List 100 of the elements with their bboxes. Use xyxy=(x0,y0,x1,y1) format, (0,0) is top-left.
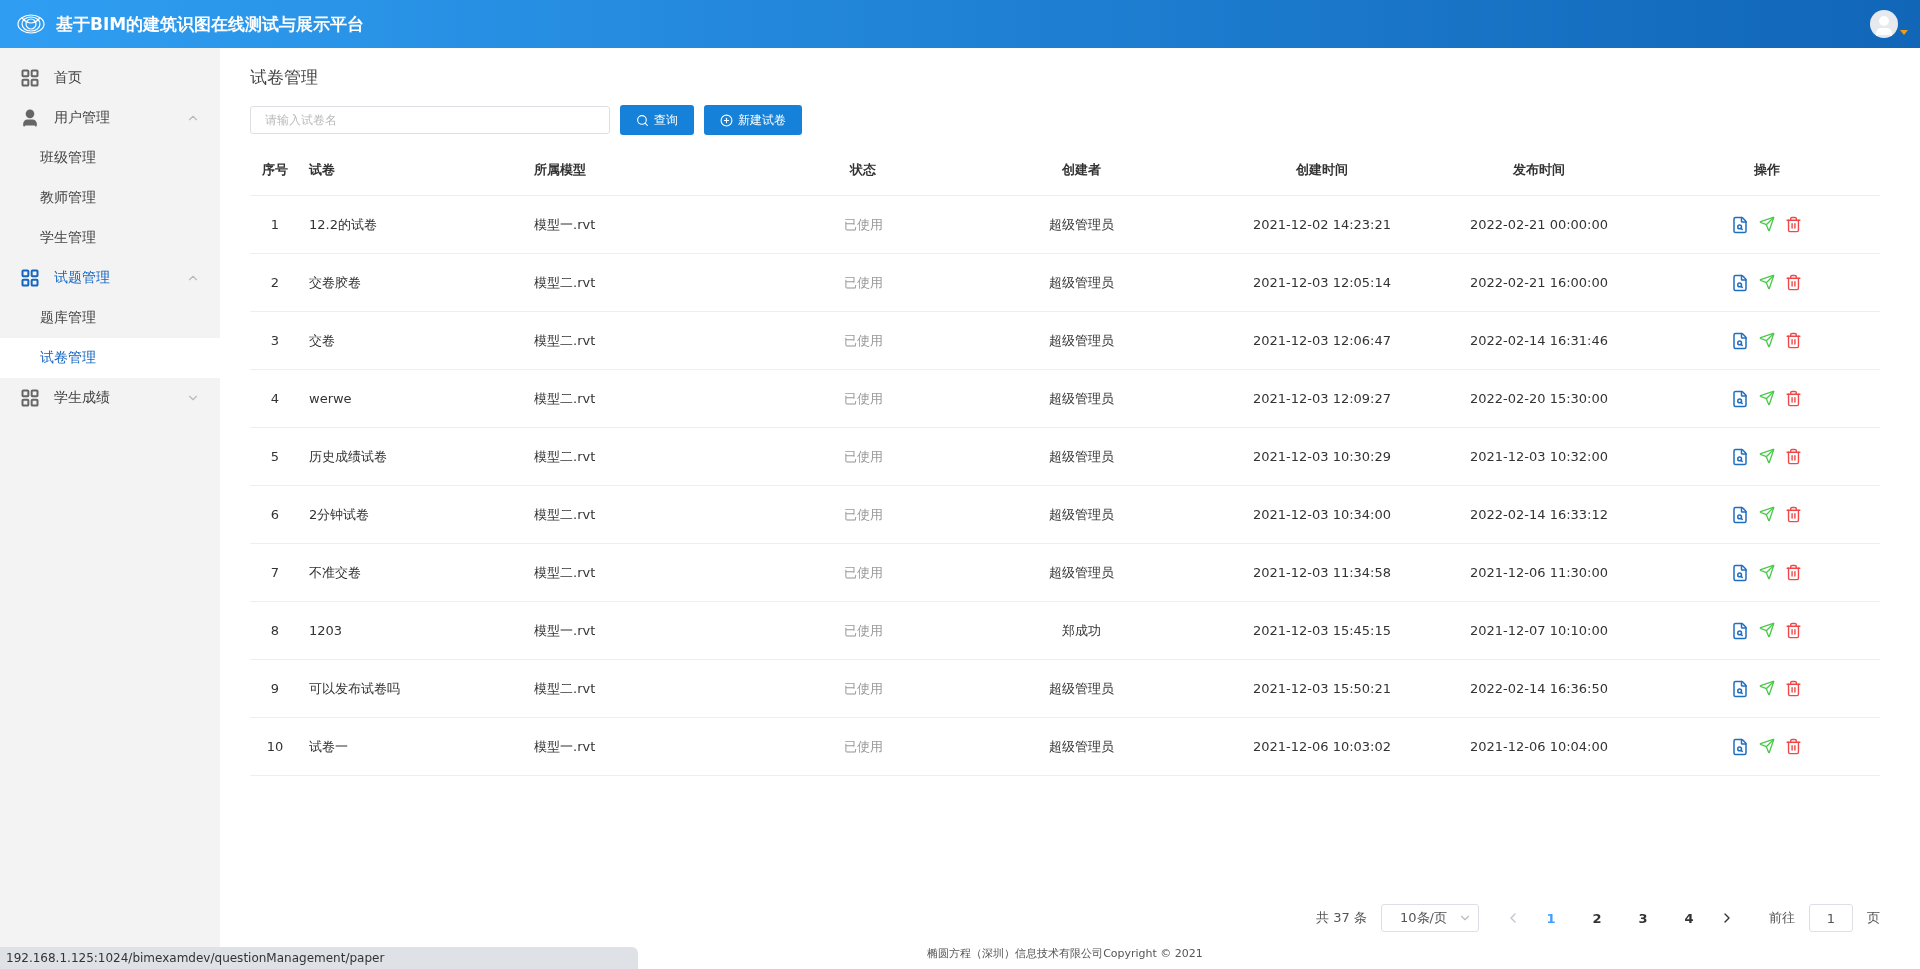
view-icon[interactable] xyxy=(1731,331,1749,350)
page-size-select[interactable]: 10条/页 xyxy=(1381,904,1479,932)
plus-circle-icon xyxy=(720,113,733,127)
delete-icon[interactable] xyxy=(1785,621,1802,639)
sidebar-subitem[interactable]: 题库管理 xyxy=(0,298,220,338)
page-number[interactable]: 3 xyxy=(1627,910,1659,926)
column-header: 创建时间 xyxy=(1296,161,1348,179)
sidebar-item[interactable]: 学生成绩 xyxy=(0,378,220,418)
view-icon[interactable] xyxy=(1731,273,1749,292)
table-cell: 已使用 xyxy=(843,273,883,292)
copyright-text: 椭圆方程（深圳）信息技术有限公司Copyright © 2021 xyxy=(927,947,1203,960)
page-number[interactable]: 4 xyxy=(1673,910,1705,926)
table-cell-text: 12.2的试卷 xyxy=(308,215,377,234)
column-header: 序号 xyxy=(262,161,288,179)
add-button[interactable]: 新建试卷 xyxy=(704,105,802,135)
send-icon[interactable] xyxy=(1759,331,1775,348)
table-cell: 2021-12-06 10:03:02 xyxy=(1252,739,1392,754)
sidebar-subitem[interactable]: 班级管理 xyxy=(0,138,220,178)
column-header: 操作 xyxy=(1753,161,1780,179)
table-cell: 超级管理员 xyxy=(1048,331,1114,350)
table-cell: 超级管理员 xyxy=(1048,447,1114,466)
sidebar-subitem[interactable]: 试卷管理 xyxy=(0,338,220,378)
send-icon[interactable] xyxy=(1759,389,1775,406)
user-avatar[interactable] xyxy=(1870,10,1898,38)
page-number[interactable]: 2 xyxy=(1581,910,1613,926)
table-cell: 5 xyxy=(270,449,280,464)
table-cell: 已使用 xyxy=(843,447,883,466)
table-cell-text: 历史成绩试卷 xyxy=(308,447,387,466)
column-header: 试卷 xyxy=(307,161,335,179)
table-cell: 10 xyxy=(266,739,284,754)
table-cell: 7 xyxy=(270,565,280,580)
table-cell: 已使用 xyxy=(843,389,883,408)
table-cell-text: 交卷胶卷 xyxy=(308,273,361,292)
table-cell: 模型一.rvt xyxy=(534,215,596,234)
goto-label: 前往 xyxy=(1769,909,1795,927)
sidebar-subitem[interactable]: 教师管理 xyxy=(0,178,220,218)
sidebar-item[interactable]: 试题管理 xyxy=(0,258,220,298)
table-cell-text: 不准交卷 xyxy=(308,563,361,582)
send-icon[interactable] xyxy=(1759,273,1775,290)
delete-icon[interactable] xyxy=(1785,389,1802,407)
browser-status-url: 192.168.1.125:1024/bimexamdev/questionManagement/paper xyxy=(0,947,638,969)
table-cell: 4 xyxy=(270,391,280,406)
send-icon[interactable] xyxy=(1759,505,1775,522)
goto-page-field[interactable]: 1 xyxy=(1809,904,1853,932)
brain-logo-icon xyxy=(16,13,46,35)
total-count: 共 37 条 xyxy=(1316,909,1367,927)
table-cell: 超级管理员 xyxy=(1048,563,1114,582)
table-cell: 模型二.rvt xyxy=(534,505,596,524)
table-cell-text: 交卷 xyxy=(308,331,335,350)
view-icon[interactable] xyxy=(1731,737,1749,756)
goto-suffix: 页 xyxy=(1867,909,1880,927)
table-cell: 模型二.rvt xyxy=(534,679,596,698)
table-cell: 3 xyxy=(270,333,280,348)
search-button[interactable]: 查询 xyxy=(620,105,694,135)
send-icon[interactable] xyxy=(1759,563,1775,580)
caret-icon[interactable] xyxy=(1900,30,1908,36)
search-field[interactable]: 请输入试卷名 xyxy=(250,106,610,134)
column-header: 状态 xyxy=(850,161,876,179)
table-cell: 模型二.rvt xyxy=(534,273,596,292)
send-icon[interactable] xyxy=(1759,621,1775,638)
sidebar-item[interactable]: 用户管理 xyxy=(0,98,220,138)
delete-icon[interactable] xyxy=(1785,505,1802,523)
table-cell: 超级管理员 xyxy=(1048,505,1114,524)
table-cell: 已使用 xyxy=(843,505,883,524)
delete-icon[interactable] xyxy=(1785,679,1802,697)
table-cell: 超级管理员 xyxy=(1048,389,1114,408)
send-icon[interactable] xyxy=(1759,447,1775,464)
table-cell: 已使用 xyxy=(843,621,883,640)
view-icon[interactable] xyxy=(1731,215,1749,234)
table-cell: 2 xyxy=(270,275,280,290)
view-icon[interactable] xyxy=(1731,621,1749,640)
delete-icon[interactable] xyxy=(1785,273,1802,291)
delete-icon[interactable] xyxy=(1785,331,1802,349)
column-header: 发布时间 xyxy=(1513,161,1565,179)
view-icon[interactable] xyxy=(1731,679,1749,698)
table-cell: 模型二.rvt xyxy=(534,447,596,466)
sidebar-subitem[interactable]: 学生管理 xyxy=(0,218,220,258)
view-icon[interactable] xyxy=(1731,563,1749,582)
table-cell: 模型一.rvt xyxy=(534,621,596,640)
delete-icon[interactable] xyxy=(1785,563,1802,581)
table-cell: 6 xyxy=(270,507,280,522)
table-cell: 1 xyxy=(270,217,280,232)
table-cell-text: 可以发布试卷吗 xyxy=(308,679,400,698)
delete-icon[interactable] xyxy=(1785,737,1802,755)
table-cell: 2022-02-14 16:31:46 xyxy=(1469,333,1609,348)
send-icon[interactable] xyxy=(1759,679,1775,696)
table-cell: 超级管理员 xyxy=(1048,737,1114,756)
sidebar-item[interactable]: 首页 xyxy=(0,58,220,98)
user-icon xyxy=(20,108,40,128)
send-icon[interactable] xyxy=(1759,215,1775,232)
view-icon[interactable] xyxy=(1731,505,1749,524)
view-icon[interactable] xyxy=(1731,447,1749,466)
table-cell: 已使用 xyxy=(843,331,883,350)
table-cell: 2021-12-06 11:30:00 xyxy=(1469,565,1609,580)
view-icon[interactable] xyxy=(1731,389,1749,408)
table-cell: 2022-02-14 16:36:50 xyxy=(1469,681,1609,696)
send-icon[interactable] xyxy=(1759,737,1775,754)
grid-icon xyxy=(20,68,40,88)
delete-icon[interactable] xyxy=(1785,215,1802,233)
delete-icon[interactable] xyxy=(1785,447,1802,465)
